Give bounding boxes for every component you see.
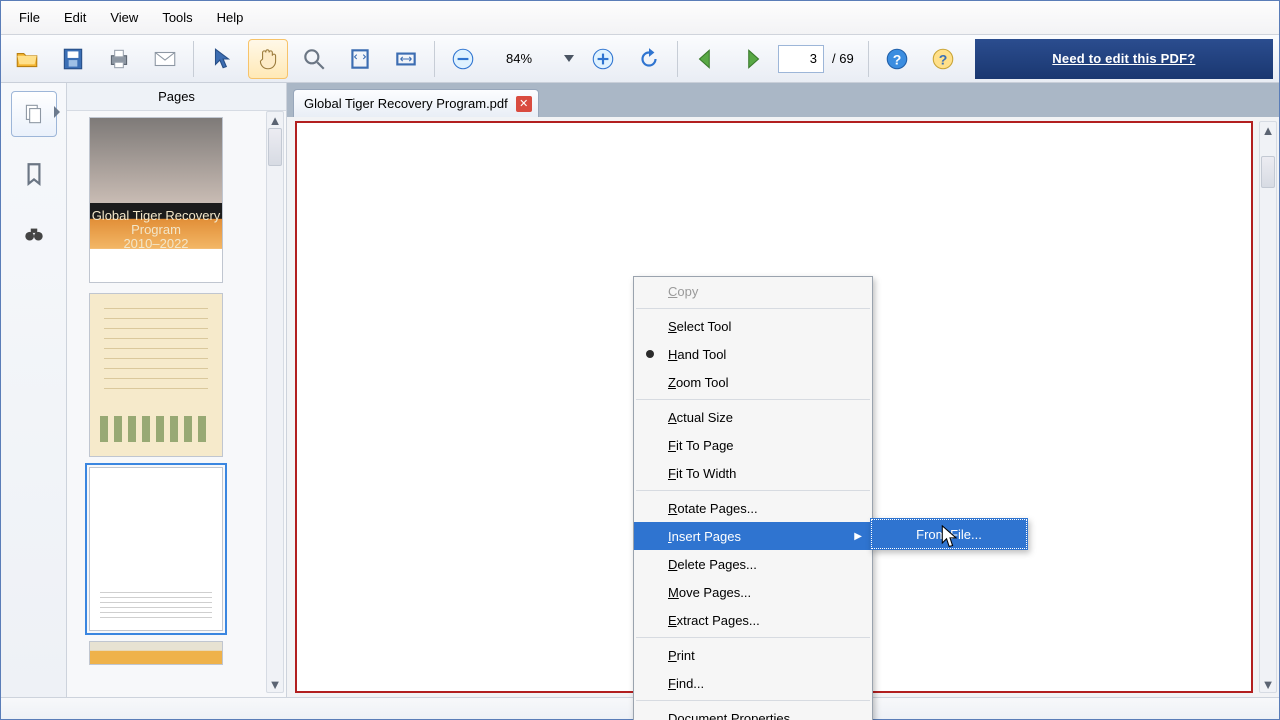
toolbar-separator — [434, 41, 435, 77]
cover-title: Global Tiger Recovery Program 2010–2022 — [90, 203, 222, 236]
panel-expand-icon — [54, 106, 60, 118]
ctx-insert-pages[interactable]: Insert Pages — [634, 522, 872, 550]
toolbar-separator — [868, 41, 869, 77]
menu-file[interactable]: File — [7, 4, 52, 31]
page-thumbnail[interactable]: Global Tiger Recovery Program 2010–2022 — [89, 117, 223, 283]
toolbar-separator — [677, 41, 678, 77]
zoom-in-icon[interactable] — [583, 39, 623, 79]
ctx-zoom-tool[interactable]: Zoom Tool — [634, 368, 872, 396]
ctx-actual-size[interactable]: Actual Size — [634, 403, 872, 431]
menubar: File Edit View Tools Help — [1, 1, 1279, 35]
rotate-icon[interactable] — [629, 39, 669, 79]
ctx-hand-tool[interactable]: Hand Tool — [634, 340, 872, 368]
pages-icon — [20, 100, 48, 128]
context-menu: Copy Select Tool Hand Tool Zoom Tool Act… — [633, 276, 873, 720]
save-icon[interactable] — [53, 39, 93, 79]
ctx-fit-width[interactable]: Fit To Width — [634, 459, 872, 487]
ctx-find[interactable]: Find... — [634, 669, 872, 697]
chevron-down-icon — [564, 55, 574, 62]
zoom-percent-label: 84% — [489, 51, 549, 66]
edit-pdf-banner[interactable]: Need to edit this PDF? — [975, 39, 1273, 79]
open-icon[interactable] — [7, 39, 47, 79]
svg-text:?: ? — [938, 51, 947, 67]
ctx-copy: Copy — [634, 277, 872, 305]
page-thumbnail[interactable] — [89, 467, 223, 631]
menu-help[interactable]: Help — [205, 4, 256, 31]
app-window: File Edit View Tools Help 84% / 69 ? ? N… — [0, 0, 1280, 720]
document-tabstrip: Global Tiger Recovery Program.pdf ✕ — [287, 83, 1279, 117]
document-scrollbar[interactable]: ▲ ▼ — [1259, 121, 1277, 693]
toolbar-separator — [193, 41, 194, 77]
binoculars-icon — [20, 220, 48, 248]
page-number-input[interactable] — [778, 45, 824, 73]
select-tool-icon[interactable] — [202, 39, 242, 79]
document-area: Global Tiger Recovery Program.pdf ✕ ▲ ▼ … — [287, 83, 1279, 697]
menu-view[interactable]: View — [98, 4, 150, 31]
next-page-icon[interactable] — [732, 39, 772, 79]
menu-separator — [636, 490, 870, 491]
svg-text:?: ? — [892, 51, 901, 67]
page-thumbnail[interactable] — [89, 641, 223, 665]
ctx-move-pages[interactable]: Move Pages... — [634, 578, 872, 606]
ctx-rotate-pages[interactable]: Rotate Pages... — [634, 494, 872, 522]
print-icon[interactable] — [99, 39, 139, 79]
pages-panel-toggle[interactable] — [11, 91, 57, 137]
ctx-fit-page[interactable]: Fit To Page — [634, 431, 872, 459]
scroll-thumb[interactable] — [268, 128, 282, 166]
scroll-down-icon[interactable]: ▼ — [1260, 676, 1276, 692]
fit-page-icon[interactable] — [340, 39, 380, 79]
bookmark-icon — [20, 160, 48, 188]
ctx-delete-pages[interactable]: Delete Pages... — [634, 550, 872, 578]
body: Pages Global Tiger Recovery Program 2010… — [1, 83, 1279, 697]
scroll-thumb[interactable] — [1261, 156, 1275, 188]
search-icon[interactable] — [294, 39, 334, 79]
left-tool-rail — [1, 83, 67, 697]
document-tab[interactable]: Global Tiger Recovery Program.pdf ✕ — [293, 89, 539, 117]
document-tab-label: Global Tiger Recovery Program.pdf — [304, 96, 508, 111]
ctx-print[interactable]: Print — [634, 641, 872, 669]
menu-separator — [636, 399, 870, 400]
search-panel-toggle[interactable] — [11, 211, 57, 257]
scroll-down-icon[interactable]: ▼ — [267, 676, 283, 692]
pages-thumbnail-list: Global Tiger Recovery Program 2010–2022 — [67, 111, 286, 697]
menu-separator — [636, 308, 870, 309]
pages-panel-header: Pages — [67, 83, 286, 111]
bookmarks-panel-toggle[interactable] — [11, 151, 57, 197]
toolbar: 84% / 69 ? ? Need to edit this PDF? — [1, 35, 1279, 83]
zoom-out-icon[interactable] — [443, 39, 483, 79]
pages-panel: Pages Global Tiger Recovery Program 2010… — [67, 83, 287, 697]
submenu-from-file[interactable]: From File... — [871, 519, 1027, 549]
menu-tools[interactable]: Tools — [150, 4, 204, 31]
scroll-track[interactable] — [267, 128, 283, 676]
menu-edit[interactable]: Edit — [52, 4, 98, 31]
radio-bullet-icon — [646, 350, 654, 358]
insert-pages-submenu: From File... — [870, 518, 1028, 550]
ctx-extract-pages[interactable]: Extract Pages... — [634, 606, 872, 634]
close-icon[interactable]: ✕ — [516, 96, 532, 112]
scroll-up-icon[interactable]: ▲ — [1260, 122, 1276, 138]
help-icon[interactable]: ? — [877, 39, 917, 79]
scroll-up-icon[interactable]: ▲ — [267, 112, 283, 128]
page-thumbnail[interactable] — [89, 293, 223, 457]
pages-scrollbar[interactable]: ▲ ▼ — [266, 111, 284, 693]
menu-separator — [636, 700, 870, 701]
hand-tool-icon[interactable] — [248, 39, 288, 79]
fit-width-icon[interactable] — [386, 39, 426, 79]
scroll-track[interactable] — [1260, 138, 1276, 676]
about-icon[interactable]: ? — [923, 39, 963, 79]
document-view[interactable]: ▲ ▼ Copy Select Tool Hand Tool Zoom Tool… — [287, 117, 1279, 697]
page-total-label: / 69 — [830, 51, 860, 66]
ctx-document-properties[interactable]: Document Properties... — [634, 704, 872, 720]
mail-icon[interactable] — [145, 39, 185, 79]
prev-page-icon[interactable] — [686, 39, 726, 79]
zoom-dropdown-icon[interactable] — [555, 48, 577, 70]
ctx-select-tool[interactable]: Select Tool — [634, 312, 872, 340]
menu-separator — [636, 637, 870, 638]
